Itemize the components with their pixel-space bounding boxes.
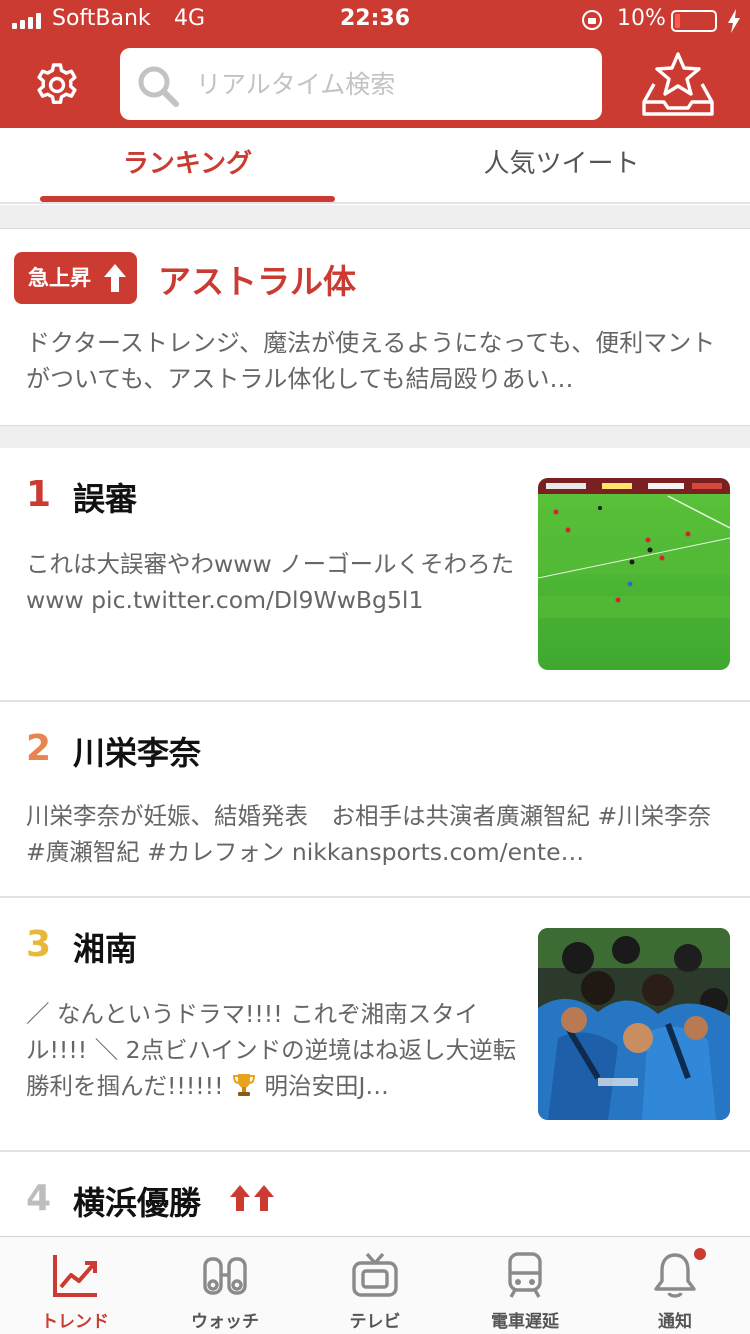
trophy-icon (232, 1074, 256, 1096)
ranking-description: これは大誤審やわwww ノーゴールくそわろたwww pic.twitter.co… (26, 550, 515, 614)
rank-number: 4 (26, 1178, 52, 1219)
nav-label: 電車遅延 (491, 1312, 559, 1332)
train-icon (508, 1252, 542, 1298)
search-input[interactable] (196, 62, 586, 106)
rotation-lock-icon (582, 10, 602, 30)
rising-arrows-icon (230, 1185, 274, 1211)
tv-icon (352, 1252, 398, 1297)
ranking-item-2[interactable]: 2 川栄李奈 川栄李奈が妊娠、結婚発表 お相手は共演者廣瀬智紀 #川栄李奈 #廣… (0, 702, 750, 898)
featured-description: ドクターストレンジ、魔法が使えるようになっても、便利マントがついても、アストラル… (26, 329, 716, 393)
nav-trend[interactable]: トレンド (0, 1237, 150, 1334)
up-arrow-icon (104, 264, 126, 292)
binoculars-icon (203, 1257, 247, 1295)
rank-number: 1 (26, 474, 52, 515)
rising-badge: 急上昇 (14, 252, 137, 304)
section-divider (0, 426, 750, 448)
rising-badge-label: 急上昇 (28, 266, 91, 290)
tab-ranking[interactable]: ランキング (40, 128, 335, 204)
nav-label: 通知 (658, 1312, 692, 1332)
search-icon (138, 66, 179, 107)
trend-chart-icon (53, 1255, 97, 1297)
featured-trend-card[interactable]: 急上昇 アストラル体 ドクターストレンジ、魔法が使えるようになっても、便利マント… (0, 228, 750, 426)
featured-title: アストラル体 (158, 262, 356, 301)
ranking-title: 湘南 (73, 930, 138, 968)
notification-badge-dot (694, 1248, 706, 1260)
team-celebration-image[interactable] (538, 928, 730, 1120)
favorites-icon[interactable] (640, 50, 716, 118)
gear-icon[interactable] (34, 62, 80, 108)
rank-number: 2 (26, 728, 52, 769)
nav-tv[interactable]: テレビ (300, 1237, 450, 1334)
rank-number: 3 (26, 924, 52, 965)
nav-train-delay[interactable]: 電車遅延 (450, 1237, 600, 1334)
bell-icon (654, 1253, 696, 1298)
battery-percent: 10% (617, 6, 666, 31)
ranking-item-3[interactable]: 3 湘南 ／ なんというドラマ!!!! これぞ湘南スタイル!!!! ＼ 2点ビハ… (0, 898, 750, 1152)
app-header: SoftBank 4G 22:36 10% (0, 0, 750, 128)
nav-label: ウォッチ (191, 1312, 259, 1332)
nav-label: トレンド (41, 1312, 109, 1332)
charging-bolt-icon (728, 9, 740, 33)
tab-bar: ランキング 人気ツイート (0, 128, 750, 204)
ranking-description: ／ なんというドラマ!!!! これぞ湘南スタイル!!!! ＼ 2点ビハインドの逆… (26, 996, 522, 1104)
nav-label: テレビ (349, 1312, 401, 1332)
battery-icon (671, 10, 717, 32)
bottom-navigation: トレンド ウォッチ テレビ 電車遅延 通知 (0, 1236, 750, 1334)
tab-popular-tweets[interactable]: 人気ツイート (414, 128, 709, 204)
search-box[interactable] (120, 48, 602, 120)
ranking-item-4[interactable]: 4 横浜優勝 (0, 1152, 750, 1236)
nav-notifications[interactable]: 通知 (600, 1237, 750, 1334)
soccer-match-image[interactable] (538, 478, 730, 670)
section-divider (0, 205, 750, 228)
ranking-description-text-end: 明治安田J… (257, 1072, 389, 1100)
ranking-title: 川栄李奈 (73, 734, 202, 772)
ranking-title: 誤審 (73, 480, 138, 518)
status-bar: SoftBank 4G 22:36 10% (0, 0, 750, 40)
ranking-title: 横浜優勝 (73, 1184, 202, 1222)
ranking-description: 川栄李奈が妊娠、結婚発表 お相手は共演者廣瀬智紀 #川栄李奈 #廣瀬智紀 #カレ… (26, 802, 712, 866)
active-tab-indicator (40, 196, 335, 202)
nav-watch[interactable]: ウォッチ (150, 1237, 300, 1334)
ranking-item-1[interactable]: 1 誤審 これは大誤審やわwww ノーゴールくそわろたwww pic.twitt… (0, 448, 750, 702)
